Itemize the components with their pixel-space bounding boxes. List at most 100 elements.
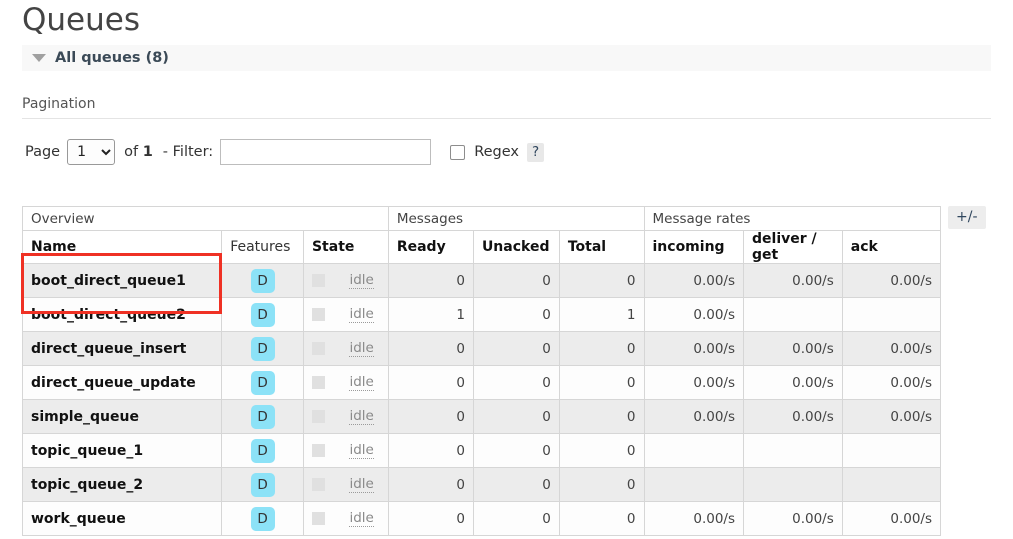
durable-badge: D [250, 336, 275, 361]
durable-badge: D [250, 268, 275, 293]
filter-input[interactable] [220, 139, 432, 165]
table-row: direct_queue_update Didle 0 0 0 0.00/s 0.00/s 0… [21, 365, 942, 400]
pagination-legend: Pagination [22, 96, 96, 112]
queue-total-cell: 1 [558, 297, 645, 332]
queue-name-cell[interactable]: topic_queue_1 [21, 433, 223, 468]
toggle-columns-button[interactable]: +/- [948, 206, 986, 229]
queue-total-cell: 0 [558, 467, 645, 502]
queue-ack-rate-cell [841, 433, 942, 468]
queue-state-cell: idle [302, 331, 389, 366]
queue-name-cell[interactable]: work_queue [21, 501, 223, 536]
state-label: idle [349, 374, 374, 391]
column-header-incoming[interactable]: incoming [643, 230, 745, 264]
state-label: idle [349, 272, 374, 289]
state-label: idle [349, 510, 374, 527]
queue-total-cell: 0 [558, 501, 645, 536]
pagination-divider [22, 118, 991, 119]
queue-incoming-rate-cell: 0.00/s [643, 365, 745, 400]
queue-name-cell[interactable]: direct_queue_insert [21, 331, 223, 366]
all-queues-label: All queues (8) [55, 50, 169, 66]
queue-state-cell: idle [302, 501, 389, 536]
state-label: idle [349, 340, 374, 357]
queue-ready-cell: 1 [387, 297, 474, 332]
queue-features-cell: D [221, 467, 304, 502]
queue-unacked-cell: 0 [472, 399, 560, 434]
state-indicator-icon [311, 512, 325, 525]
queue-unacked-cell: 0 [472, 331, 560, 366]
queue-total-cell: 0 [558, 433, 645, 468]
queue-incoming-rate-cell: 0.00/s [643, 399, 745, 434]
column-header-state[interactable]: State [302, 230, 389, 264]
column-header-total[interactable]: Total [558, 230, 645, 264]
queue-ack-rate-cell: 0.00/s [841, 365, 942, 400]
state-indicator-icon [311, 376, 325, 389]
queue-features-cell: D [221, 297, 304, 332]
table-row: direct_queue_insert Didle 0 0 0 0.00/s 0.00/s 0… [21, 331, 942, 366]
queue-ready-cell: 0 [387, 433, 474, 468]
queue-ack-rate-cell: 0.00/s [841, 331, 942, 366]
queue-state-cell: idle [302, 467, 389, 502]
queue-ready-cell: 0 [387, 399, 474, 434]
durable-badge: D [250, 404, 275, 429]
queue-name-cell[interactable]: boot_direct_queue1 [21, 263, 223, 298]
queue-name-cell[interactable]: simple_queue [21, 399, 223, 434]
state-indicator-icon [311, 308, 325, 321]
queue-features-cell: D [221, 365, 304, 400]
queue-ack-rate-cell [841, 467, 942, 502]
queue-incoming-rate-cell: 0.00/s [643, 501, 745, 536]
column-header-name[interactable]: Name [21, 230, 223, 264]
page-label: Page [25, 144, 61, 160]
queue-ready-cell: 0 [387, 263, 474, 298]
queue-ack-rate-cell: 0.00/s [841, 399, 942, 434]
state-wrapper: idle [311, 510, 380, 527]
queue-state-cell: idle [302, 297, 389, 332]
regex-help-icon[interactable]: ? [526, 142, 545, 162]
queue-deliver-get-rate-cell [743, 297, 843, 332]
state-label: idle [349, 442, 374, 459]
table-row: topic_queue_2 Didle 0 0 0 [21, 467, 942, 502]
column-header-unacked[interactable]: Unacked [472, 230, 560, 264]
group-header-messages: Messages [387, 206, 645, 231]
column-header-features[interactable]: Features [221, 230, 304, 264]
state-label: idle [349, 408, 374, 425]
column-header-deliver-get[interactable]: deliver / get [743, 230, 843, 264]
queue-features-cell: D [221, 501, 304, 536]
state-wrapper: idle [311, 476, 380, 493]
state-label: idle [349, 476, 374, 493]
queue-features-cell: D [221, 399, 304, 434]
state-wrapper: idle [311, 374, 380, 391]
column-header-ready[interactable]: Ready [387, 230, 474, 264]
regex-checkbox[interactable] [450, 144, 466, 160]
queue-deliver-get-rate-cell: 0.00/s [743, 399, 843, 434]
state-indicator-icon [311, 342, 325, 355]
page-select[interactable]: 1 [67, 139, 116, 165]
column-header-ack[interactable]: ack [841, 230, 942, 264]
table-row: simple_queue Didle 0 0 0 0.00/s 0.00/s 0.00/s [21, 399, 942, 434]
queue-deliver-get-rate-cell [743, 467, 843, 502]
queue-deliver-get-rate-cell: 0.00/s [743, 365, 843, 400]
group-header-message-rates: Message rates [643, 206, 941, 231]
page-title: Queues [22, 2, 140, 38]
regex-label: Regex [474, 144, 519, 160]
queue-name-cell[interactable]: direct_queue_update [21, 365, 223, 400]
queue-incoming-rate-cell: 0.00/s [643, 263, 745, 298]
queue-name-cell[interactable]: boot_direct_queue2 [21, 297, 223, 332]
queue-name-cell[interactable]: topic_queue_2 [21, 467, 223, 502]
state-indicator-icon [311, 444, 325, 457]
durable-badge: D [250, 472, 275, 497]
durable-badge: D [250, 438, 275, 463]
queue-incoming-rate-cell: 0.00/s [643, 331, 745, 366]
queue-deliver-get-rate-cell: 0.00/s [743, 331, 843, 366]
triangle-down-icon[interactable] [32, 54, 46, 62]
queue-ack-rate-cell [841, 297, 942, 332]
durable-badge: D [250, 370, 275, 395]
queue-state-cell: idle [302, 433, 389, 468]
page-total: of 1 [124, 144, 153, 160]
queue-ready-cell: 0 [387, 501, 474, 536]
queue-unacked-cell: 0 [472, 467, 560, 502]
all-queues-section-header[interactable]: All queues (8) [22, 45, 991, 71]
queue-ready-cell: 0 [387, 365, 474, 400]
queue-features-cell: D [221, 433, 304, 468]
queue-state-cell: idle [302, 263, 389, 298]
state-indicator-icon [311, 274, 325, 287]
